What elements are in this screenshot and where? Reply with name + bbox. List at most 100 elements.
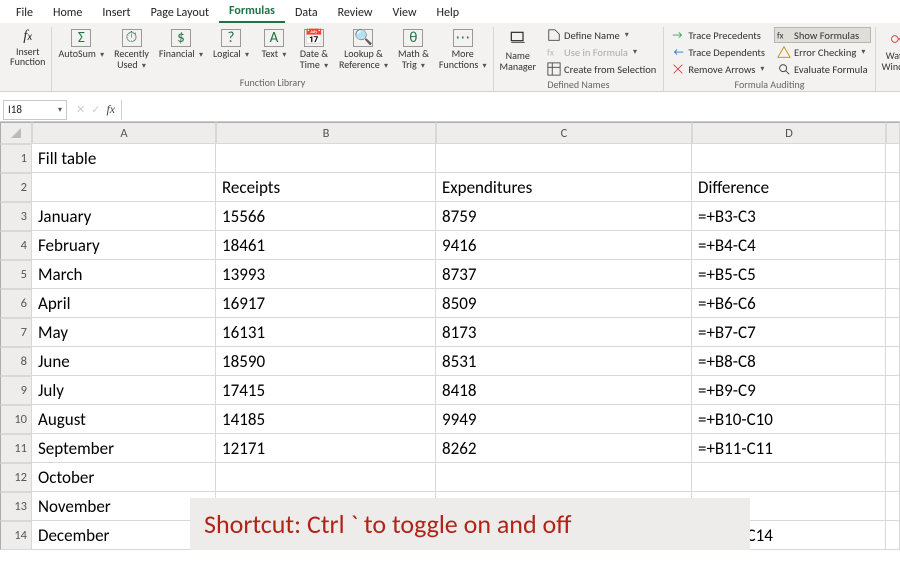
cell-A3[interactable]: January bbox=[32, 202, 216, 231]
spreadsheet-grid[interactable]: ABCD1Fill table2ReceiptsExpendituresDiff… bbox=[0, 122, 900, 550]
cell-D4[interactable]: =+B4-C4 bbox=[692, 231, 886, 260]
row-header-10[interactable]: 10 bbox=[0, 405, 32, 434]
cell-B3[interactable]: 15566 bbox=[216, 202, 436, 231]
error-checking-button[interactable]: Error Checking▾ bbox=[774, 44, 871, 60]
menu-home[interactable]: Home bbox=[43, 3, 92, 23]
fx-icon[interactable]: fx bbox=[106, 102, 115, 117]
trace-precedents-button[interactable]: Trace Precedents bbox=[668, 27, 768, 43]
lookup--button[interactable]: 🔍Lookup & Reference ▾ bbox=[337, 27, 390, 72]
row-header-6[interactable]: 6 bbox=[0, 289, 32, 318]
math--button[interactable]: θMath & Trig ▾ bbox=[396, 27, 431, 72]
cell-B9[interactable]: 17415 bbox=[216, 376, 436, 405]
recently-button[interactable]: ⏱Recently Used ▾ bbox=[112, 27, 151, 72]
select-all-corner[interactable] bbox=[0, 122, 32, 144]
cell-C3[interactable]: 8759 bbox=[436, 202, 692, 231]
row-header-7[interactable]: 7 bbox=[0, 318, 32, 347]
insert-function-button[interactable]: fx Insert Function bbox=[8, 27, 47, 70]
row-header-5[interactable]: 5 bbox=[0, 260, 32, 289]
row-header-2[interactable]: 2 bbox=[0, 173, 32, 202]
cell-A13[interactable]: November bbox=[32, 492, 216, 521]
text-button[interactable]: AText ▾ bbox=[257, 27, 291, 62]
cell-E8[interactable] bbox=[886, 347, 900, 376]
cell-D5[interactable]: =+B5-C5 bbox=[692, 260, 886, 289]
define-name-button[interactable]: Define Name▾ bbox=[544, 27, 659, 43]
cell-C1[interactable] bbox=[436, 144, 692, 173]
cell-A5[interactable]: March bbox=[32, 260, 216, 289]
col-header-A[interactable]: A bbox=[32, 122, 216, 144]
menu-file[interactable]: File bbox=[6, 3, 43, 23]
cell-B7[interactable]: 16131 bbox=[216, 318, 436, 347]
col-header-D[interactable]: D bbox=[692, 122, 886, 144]
cell-D1[interactable] bbox=[692, 144, 886, 173]
financial-button[interactable]: $Financial ▾ bbox=[157, 27, 205, 62]
cell-C8[interactable]: 8531 bbox=[436, 347, 692, 376]
cell-B6[interactable]: 16917 bbox=[216, 289, 436, 318]
cell-C6[interactable]: 8509 bbox=[436, 289, 692, 318]
cell-A10[interactable]: August bbox=[32, 405, 216, 434]
cell-D6[interactable]: =+B6-C6 bbox=[692, 289, 886, 318]
col-header-extra[interactable] bbox=[886, 122, 900, 144]
cell-E14[interactable] bbox=[886, 521, 900, 550]
cell-B12[interactable] bbox=[216, 463, 436, 492]
cell-D12[interactable] bbox=[692, 463, 886, 492]
cell-D2[interactable]: Difference bbox=[692, 173, 886, 202]
cell-E7[interactable] bbox=[886, 318, 900, 347]
cell-E9[interactable] bbox=[886, 376, 900, 405]
cell-A9[interactable]: July bbox=[32, 376, 216, 405]
menu-review[interactable]: Review bbox=[328, 3, 383, 23]
show-formulas-button[interactable]: fx Show Formulas bbox=[774, 27, 871, 43]
menu-insert[interactable]: Insert bbox=[92, 3, 140, 23]
formula-input[interactable] bbox=[121, 100, 900, 120]
cell-E6[interactable] bbox=[886, 289, 900, 318]
cell-D8[interactable]: =+B8-C8 bbox=[692, 347, 886, 376]
row-header-9[interactable]: 9 bbox=[0, 376, 32, 405]
cell-D10[interactable]: =+B10-C10 bbox=[692, 405, 886, 434]
cell-A1[interactable]: Fill table bbox=[32, 144, 216, 173]
cell-A12[interactable]: October bbox=[32, 463, 216, 492]
cell-A11[interactable]: September bbox=[32, 434, 216, 463]
name-manager-button[interactable]: Name Manager bbox=[498, 27, 538, 74]
cell-D7[interactable]: =+B7-C7 bbox=[692, 318, 886, 347]
row-header-1[interactable]: 1 bbox=[0, 144, 32, 173]
cell-E2[interactable] bbox=[886, 173, 900, 202]
cell-E11[interactable] bbox=[886, 434, 900, 463]
cell-C7[interactable]: 8173 bbox=[436, 318, 692, 347]
logical-button[interactable]: ?Logical ▾ bbox=[211, 27, 251, 62]
cell-D9[interactable]: =+B9-C9 bbox=[692, 376, 886, 405]
cell-E5[interactable] bbox=[886, 260, 900, 289]
cell-E3[interactable] bbox=[886, 202, 900, 231]
more-button[interactable]: ⋯More Functions ▾ bbox=[437, 27, 489, 72]
row-header-13[interactable]: 13 bbox=[0, 492, 32, 521]
cell-D11[interactable]: =+B11-C11 bbox=[692, 434, 886, 463]
cell-A8[interactable]: June bbox=[32, 347, 216, 376]
create-from-selection-button[interactable]: Create from Selection bbox=[544, 61, 659, 77]
cell-B8[interactable]: 18590 bbox=[216, 347, 436, 376]
cell-E10[interactable] bbox=[886, 405, 900, 434]
cell-A4[interactable]: February bbox=[32, 231, 216, 260]
row-header-14[interactable]: 14 bbox=[0, 521, 32, 550]
menu-data[interactable]: Data bbox=[285, 3, 328, 23]
menu-formulas[interactable]: Formulas bbox=[219, 1, 285, 23]
evaluate-formula-button[interactable]: Evaluate Formula bbox=[774, 61, 871, 77]
cell-C12[interactable] bbox=[436, 463, 692, 492]
cell-A7[interactable]: May bbox=[32, 318, 216, 347]
cell-A14[interactable]: December bbox=[32, 521, 216, 550]
date--button[interactable]: 📅Date & Time ▾ bbox=[297, 27, 331, 72]
menu-help[interactable]: Help bbox=[427, 3, 470, 23]
cell-C5[interactable]: 8737 bbox=[436, 260, 692, 289]
row-header-4[interactable]: 4 bbox=[0, 231, 32, 260]
row-header-8[interactable]: 8 bbox=[0, 347, 32, 376]
col-header-B[interactable]: B bbox=[216, 122, 436, 144]
cell-C2[interactable]: Expenditures bbox=[436, 173, 692, 202]
cell-B1[interactable] bbox=[216, 144, 436, 173]
row-header-12[interactable]: 12 bbox=[0, 463, 32, 492]
row-header-3[interactable]: 3 bbox=[0, 202, 32, 231]
cell-A6[interactable]: April bbox=[32, 289, 216, 318]
name-box[interactable]: I18▾ bbox=[3, 100, 67, 120]
cell-B5[interactable]: 13993 bbox=[216, 260, 436, 289]
menu-view[interactable]: View bbox=[382, 3, 426, 23]
cell-C9[interactable]: 8418 bbox=[436, 376, 692, 405]
cell-C11[interactable]: 8262 bbox=[436, 434, 692, 463]
row-header-11[interactable]: 11 bbox=[0, 434, 32, 463]
cell-A2[interactable] bbox=[32, 173, 216, 202]
